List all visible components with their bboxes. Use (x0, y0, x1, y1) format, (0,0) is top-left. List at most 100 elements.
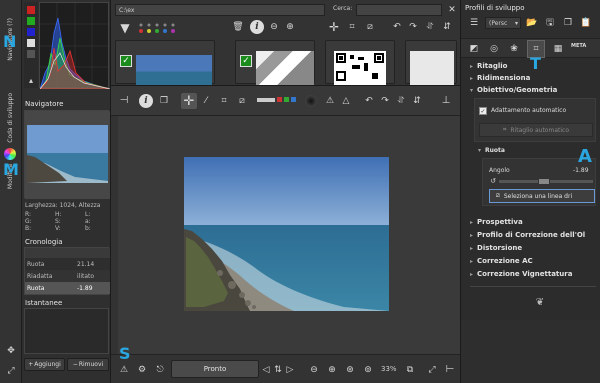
section-distortion[interactable]: ▸ Distorsione (470, 244, 522, 252)
expand-arrow-icon: ▸ (470, 232, 474, 239)
open-external-icon[interactable]: ⎋ (153, 363, 167, 377)
flip-icon[interactable]: ⥯ (424, 20, 436, 34)
focus-mask-icon[interactable] (305, 95, 317, 107)
rotate-right-icon[interactable]: ↷ (379, 94, 391, 108)
tab-exposure-icon[interactable]: ◩ (467, 42, 481, 56)
section-crop[interactable]: ▸ Ritaglio (470, 62, 508, 70)
crosshair-icon[interactable]: ✛ (327, 20, 341, 34)
angle-label: Angolo (489, 167, 510, 174)
history-row-selected[interactable]: Ruota -1.89 (25, 282, 110, 294)
new-detail-window-icon[interactable]: ⧉ (403, 363, 417, 377)
flip-vertical-icon[interactable]: ⇵ (441, 20, 453, 34)
clear-search-icon[interactable]: ✕ (446, 4, 458, 16)
straighten-tool-icon[interactable]: ⧄ (235, 94, 249, 108)
blue-channel-toggle[interactable] (27, 28, 35, 36)
luminance-toggle[interactable] (27, 39, 35, 47)
chroma-toggle[interactable] (27, 50, 35, 58)
reset-angle-icon[interactable]: ↺ (489, 177, 497, 185)
thumbnail[interactable] (405, 40, 457, 85)
zoom-100-icon[interactable]: ⊛ (343, 363, 357, 377)
red-channel-toggle[interactable] (27, 6, 35, 14)
angle-slider-thumb[interactable] (538, 178, 550, 185)
angle-slider[interactable] (499, 178, 593, 185)
tab-queue[interactable]: Coda di sviluppo (3, 80, 17, 155)
tab-color-icon[interactable]: ❀ (507, 42, 521, 56)
select-straight-line-button[interactable]: ⧄ Seleziona una linea dri (489, 189, 595, 203)
section-lens-profile[interactable]: ▸ Profilo di Correzione dell'Ol (470, 231, 585, 239)
gear-icon[interactable]: ⚙ (135, 363, 149, 377)
fullscreen-icon[interactable]: ⤢ (425, 363, 439, 377)
auto-fill-checkbox[interactable]: ✓ (479, 107, 487, 115)
info-icon[interactable]: i (250, 20, 264, 34)
auto-crop-label: Ritaglio automatico (510, 126, 569, 134)
remove-snapshot-button[interactable]: − Rimuovi (67, 358, 109, 371)
hand-tool-icon[interactable]: ✛ (181, 93, 197, 109)
preview-line-icon[interactable] (257, 98, 275, 102)
preview-blue-toggle[interactable] (291, 97, 296, 102)
a-label: a: (85, 218, 91, 225)
shadow-clip-warning-icon[interactable]: ⚠ (323, 94, 337, 108)
straighten-icon[interactable]: ⧄ (363, 20, 377, 34)
save-profile-icon[interactable]: 🖫 (543, 16, 557, 30)
preview-red-toggle[interactable] (277, 97, 282, 102)
rotate-left-icon[interactable]: ↶ (363, 94, 375, 108)
histogram-mode-icon[interactable]: ▴ (26, 76, 36, 86)
search-input[interactable] (356, 4, 442, 16)
color-picker-icon[interactable]: ⁄ (199, 94, 213, 108)
trash-icon[interactable]: 🗑 (231, 20, 245, 34)
rotate-left-icon[interactable]: ↶ (391, 20, 403, 34)
tab-meta-icon[interactable]: META (571, 43, 586, 49)
rotate-right-icon[interactable]: ↷ (407, 20, 419, 34)
paste-profile-icon[interactable]: 📋 (579, 16, 593, 30)
thumbnail[interactable]: ✓ (235, 40, 315, 85)
path-field[interactable]: C:\ex (115, 4, 325, 16)
add-snapshot-button[interactable]: + Aggiungi (24, 358, 65, 371)
flip-vertical-icon[interactable]: ⇵ (411, 94, 423, 108)
zoom-out-icon[interactable]: ⊖ (267, 20, 281, 34)
history-row[interactable]: Ruota 21.14 (25, 258, 110, 270)
tab-detail-icon[interactable]: ◎ (487, 42, 501, 56)
hide-left-panel-icon[interactable]: ⊣ (117, 94, 131, 108)
previous-image-icon[interactable]: ◁ (261, 363, 271, 377)
open-profile-icon[interactable]: 📂 (525, 16, 539, 30)
section-resize[interactable]: ▸ Ridimensiona (470, 74, 530, 82)
green-channel-toggle[interactable] (27, 17, 35, 25)
warning-icon[interactable]: ⚠ (117, 363, 131, 377)
move-icon[interactable]: ✥ (4, 344, 18, 358)
hide-top-panel-icon[interactable]: ⊥ (439, 94, 453, 108)
before-after-icon[interactable]: ❐ (157, 94, 171, 108)
section-vignetting[interactable]: ▸ Correzione Vignettatura (470, 270, 572, 278)
zoom-in-icon[interactable]: ⊕ (283, 20, 297, 34)
history-row[interactable]: Riadatta ilitato (25, 270, 110, 282)
filter-icon[interactable]: ▼ (117, 20, 133, 36)
profile-select[interactable]: (Persc ▾ (485, 17, 521, 29)
image-canvas[interactable] (118, 116, 460, 354)
navigator-preview[interactable] (24, 110, 110, 199)
preview-green-toggle[interactable] (284, 97, 289, 102)
zoom-fit-icon[interactable]: ⊚ (361, 363, 375, 377)
sync-icon[interactable]: ⇅ (273, 363, 283, 377)
color-wheel-icon[interactable] (4, 148, 16, 160)
section-lens-geometry[interactable]: ▾ Obiettivo/Geometria (470, 86, 557, 94)
section-rotate[interactable]: ▾ Ruota (478, 147, 505, 154)
section-perspective[interactable]: ▸ Prospettiva (470, 218, 523, 226)
zoom-out-icon[interactable]: ⊖ (307, 363, 321, 377)
section-ca-correction[interactable]: ▸ Correzione AC (470, 257, 533, 265)
thumbnail[interactable]: ✓ (115, 40, 215, 85)
hide-right-panel-icon[interactable]: ⊢ (443, 363, 457, 377)
crop-icon[interactable]: ⌗ (345, 20, 359, 34)
profile-list-icon[interactable]: ☰ (467, 16, 481, 30)
crop-tool-icon[interactable]: ⌗ (217, 94, 231, 108)
auto-crop-button[interactable]: ⌗ Ritaglio automatico (479, 123, 593, 137)
flip-horizontal-icon[interactable]: ⥯ (395, 94, 407, 108)
expand-icon[interactable]: ⤢ (4, 364, 18, 378)
zoom-in-icon[interactable]: ⊕ (325, 363, 339, 377)
next-image-icon[interactable]: ▷ (285, 363, 295, 377)
tab-raw-icon[interactable]: ▦ (551, 42, 565, 56)
copy-profile-icon[interactable]: ❐ (561, 16, 575, 30)
preview-channel-buttons (257, 94, 301, 108)
highlight-clip-warning-icon[interactable]: △ (339, 94, 353, 108)
info-icon[interactable]: i (139, 94, 153, 108)
rating-filter-dots[interactable] (137, 22, 227, 34)
thumbnail[interactable] (325, 40, 395, 85)
